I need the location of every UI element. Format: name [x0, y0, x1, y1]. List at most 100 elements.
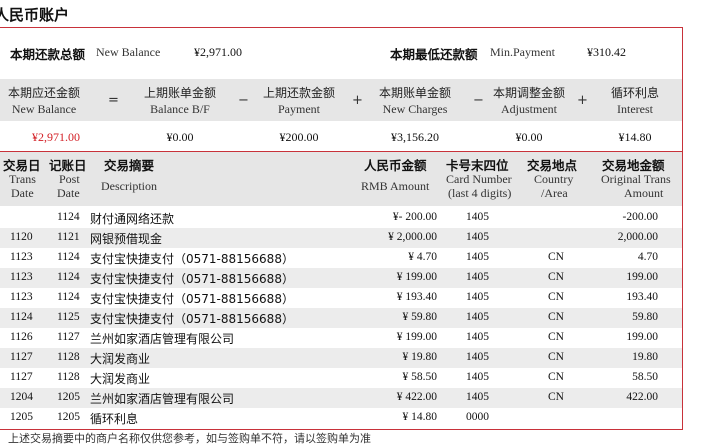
cell-rmb-amount: ¥ 59.80 — [402, 311, 438, 323]
cell-orig-amount: 193.40 — [626, 291, 658, 303]
col-trans-date-en2: Date — [11, 186, 34, 200]
col-rmb-en: RMB Amount — [361, 179, 430, 193]
calc-col-balance-bf: 上期账单金额 Balance B/F — [121, 85, 239, 117]
calc-col-label-zh: 本期调整金额 — [492, 86, 565, 100]
table-row: 1127 1128 大润发商业 ¥ 19.80 1405 CN 19.80 — [0, 348, 682, 368]
cell-card-number: 1405 — [466, 231, 489, 243]
calc-value-new-charges: ¥3,156.20 — [391, 130, 439, 144]
calc-col-label-en: Payment — [278, 102, 320, 116]
cell-country: CN — [548, 331, 564, 343]
new-balance-label: 本期还款总额 — [10, 47, 86, 62]
calc-header: 本期应还金额 New Balance = 上期账单金额 Balance B/F … — [0, 79, 682, 121]
cell-trans-date: 1120 — [10, 231, 33, 243]
cell-orig-amount: 199.00 — [626, 331, 658, 343]
calc-col-label-en: New Balance — [11, 102, 77, 116]
min-payment-label-en: Min.Payment — [490, 45, 555, 59]
calc-col-new-balance: 本期应还金额 New Balance — [0, 85, 103, 117]
cell-trans-date: 1127 — [10, 351, 33, 363]
cell-description: 兰州如家酒店管理有限公司 — [90, 392, 235, 406]
cell-post-date: 1205 — [57, 391, 80, 403]
cell-trans-date: 1126 — [10, 331, 33, 343]
cell-description: 兰州如家酒店管理有限公司 — [90, 332, 235, 346]
calc-values: ¥2,971.00 ¥0.00 ¥200.00 ¥3,156.20 ¥0.00 … — [0, 121, 682, 152]
cell-card-number: 1405 — [466, 291, 489, 303]
cell-country: CN — [548, 311, 564, 323]
col-post-date-en2: Date — [57, 186, 80, 200]
table-row: 1123 1124 支付宝快捷支付（0571-88156688） ¥ 199.0… — [0, 268, 682, 288]
col-post-date-en: Post — [59, 172, 80, 186]
cell-post-date: 1124 — [57, 251, 80, 263]
calc-operator: = — [108, 93, 119, 108]
cell-card-number: 0000 — [466, 411, 489, 423]
cell-card-number: 1405 — [466, 271, 489, 283]
calc-col-label-en: Interest — [617, 102, 653, 116]
col-card-en: Card Number — [446, 172, 512, 186]
col-country-en2: /Area — [541, 186, 568, 200]
cell-description: 支付宝快捷支付（0571-88156688） — [90, 252, 294, 266]
col-desc-zh: 交易摘要 — [104, 158, 155, 173]
cell-country: CN — [548, 271, 564, 283]
cell-rmb-amount: ¥ 14.80 — [402, 411, 438, 423]
table-row: 1124 财付通网络还款 ¥- 200.00 1405 -200.00 — [0, 208, 682, 228]
new-balance-value: ¥2,971.00 — [194, 45, 242, 59]
cell-post-date: 1125 — [57, 311, 80, 323]
cell-description: 网银预借现金 — [90, 232, 163, 246]
calc-value-adjustment: ¥0.00 — [515, 130, 543, 144]
cell-rmb-amount: ¥- 200.00 — [392, 211, 437, 223]
cell-country: CN — [548, 391, 564, 403]
cell-card-number: 1405 — [466, 211, 489, 223]
cell-rmb-amount: ¥ 19.80 — [402, 351, 438, 363]
cell-rmb-amount: ¥ 422.00 — [396, 391, 437, 403]
cell-card-number: 1405 — [466, 391, 489, 403]
calc-col-payment: 上期还款金额 Payment — [240, 85, 358, 117]
col-card-en2: (last 4 digits) — [448, 186, 512, 200]
min-payment-label: 本期最低还款额 — [390, 47, 478, 62]
calc-value-payment: ¥200.00 — [279, 130, 319, 144]
cell-rmb-amount: ¥ 4.70 — [408, 251, 437, 263]
calc-value-new-balance: ¥2,971.00 — [32, 130, 80, 144]
cell-country: CN — [548, 351, 564, 363]
cell-description: 支付宝快捷支付（0571-88156688） — [90, 292, 294, 306]
cell-description: 大润发商业 — [90, 352, 151, 366]
cell-rmb-amount: ¥ 2,000.00 — [388, 231, 437, 243]
calc-col-label-zh: 本期应还金额 — [7, 86, 80, 100]
cell-orig-amount: 4.70 — [637, 251, 658, 263]
table-row: 1126 1127 兰州如家酒店管理有限公司 ¥ 199.00 1405 CN … — [0, 328, 682, 348]
cell-trans-date: 1127 — [10, 371, 33, 383]
calc-col-interest: 循环利息 Interest — [576, 85, 694, 117]
cell-orig-amount: 199.00 — [626, 271, 658, 283]
footnote: 上述交易摘要中的商户名称仅供您参考，如与签购单不符，请以签购单为准 — [8, 432, 371, 445]
cell-country: CN — [548, 251, 564, 263]
col-country-en: Country — [534, 172, 574, 186]
calc-col-label-zh: 上期账单金额 — [143, 86, 216, 100]
table-row: 1123 1124 支付宝快捷支付（0571-88156688） ¥ 193.4… — [0, 288, 682, 308]
cell-post-date: 1124 — [57, 211, 80, 223]
cell-orig-amount: -200.00 — [622, 211, 658, 223]
cell-description: 大润发商业 — [90, 372, 151, 386]
table-row: 1123 1124 支付宝快捷支付（0571-88156688） ¥ 4.70 … — [0, 248, 682, 268]
cell-card-number: 1405 — [466, 331, 489, 343]
cell-post-date: 1124 — [57, 271, 80, 283]
table-row: 1127 1128 大润发商业 ¥ 58.50 1405 CN 58.50 — [0, 368, 682, 388]
cell-trans-date: 1204 — [10, 391, 33, 403]
calc-col-label-zh: 本期账单金额 — [378, 86, 451, 100]
cell-trans-date: 1123 — [10, 291, 33, 303]
cell-description: 支付宝快捷支付（0571-88156688） — [90, 312, 294, 326]
cell-card-number: 1405 — [466, 371, 489, 383]
col-rmb-zh: 人民币金额 — [364, 158, 427, 173]
cell-rmb-amount: ¥ 193.40 — [396, 291, 437, 303]
cell-trans-date: 1124 — [10, 311, 33, 323]
cell-orig-amount: 58.50 — [632, 371, 658, 383]
calc-col-label-en: Adjustment — [501, 102, 557, 116]
cell-post-date: 1127 — [57, 331, 80, 343]
transactions-header: 交易日 Trans Date 记账日 Post Date 交易摘要 Descri… — [0, 152, 682, 206]
calc-col-adjustment: 本期调整金额 Adjustment — [470, 85, 588, 117]
cell-post-date: 1124 — [57, 291, 80, 303]
cell-rmb-amount: ¥ 199.00 — [396, 331, 437, 343]
cell-post-date: 1128 — [57, 351, 80, 363]
cell-card-number: 1405 — [466, 351, 489, 363]
cell-orig-amount: 59.80 — [632, 311, 658, 323]
calc-col-label-en: New Charges — [382, 102, 448, 116]
cell-country: CN — [548, 291, 564, 303]
statement-panel: 本期还款总额 New Balance ¥2,971.00 本期最低还款额 Min… — [0, 27, 683, 430]
